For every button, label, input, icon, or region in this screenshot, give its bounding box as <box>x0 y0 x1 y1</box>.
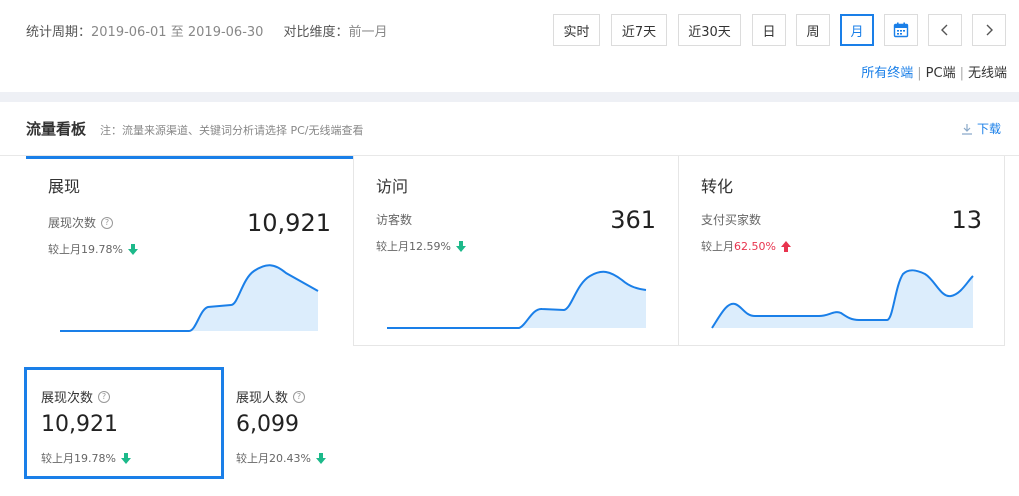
tile-label: 展现人数 ? <box>236 387 306 406</box>
terminal-separator: | <box>959 66 964 81</box>
board-title: 流量看板 <box>26 120 87 138</box>
terminal-switch: 所有终端 | PC端 | 无线端 <box>861 62 1007 81</box>
section-divider <box>0 92 1019 102</box>
card-visit[interactable]: 访问 访客数 361 较上月12.59% <box>353 156 679 346</box>
range-button-month[interactable]: 月 <box>840 14 874 46</box>
chevron-left-icon <box>941 24 948 36</box>
board-header: 流量看板 注：流量来源渠道、关键词分析请选择 PC/无线端查看 下载 <box>0 102 1019 156</box>
arrow-down-icon <box>120 452 131 464</box>
trend-label: 较上月20.43% <box>236 452 311 465</box>
help-icon[interactable]: ? <box>98 390 111 403</box>
sparkline-chart <box>711 269 974 329</box>
arrow-down-icon <box>315 452 326 464</box>
compare-label: 对比维度： <box>283 25 349 40</box>
tile-impression-users[interactable]: 展现人数 ? 6,099 较上月20.43% <box>224 367 424 479</box>
download-label: 下载 <box>976 122 1001 136</box>
range-button-week[interactable]: 周 <box>796 14 830 46</box>
period-to: 至 <box>170 25 184 40</box>
calendar-icon <box>893 22 909 38</box>
terminal-separator: | <box>917 66 922 81</box>
terminal-wireless[interactable]: 无线端 <box>968 66 1007 81</box>
download-button[interactable]: 下载 <box>961 120 1001 137</box>
range-button-realtime[interactable]: 实时 <box>553 14 600 46</box>
tile-label-text: 展现次数 <box>41 391 94 406</box>
chevron-right-icon <box>986 24 993 36</box>
help-icon[interactable]: ? <box>293 390 306 403</box>
board-note: 注：流量来源渠道、关键词分析请选择 PC/无线端查看 <box>100 124 364 137</box>
tile-label-text: 展现人数 <box>236 391 289 406</box>
trend-label: 较上月19.78% <box>41 452 116 465</box>
terminal-all[interactable]: 所有终端 <box>861 66 913 81</box>
tile-label: 展现次数 ? <box>41 387 111 406</box>
tile-trend: 较上月19.78% <box>41 450 131 466</box>
period-info: 统计周期：2019-06-01 至 2019-06-30 对比维度：前一月 <box>26 21 387 40</box>
range-button-day[interactable]: 日 <box>752 14 786 46</box>
tile-value: 6,099 <box>236 412 299 437</box>
sparkline-chart <box>60 264 319 332</box>
next-button[interactable] <box>972 14 1006 46</box>
tile-trend: 较上月20.43% <box>236 450 326 466</box>
range-button-7days[interactable]: 近7天 <box>611 14 667 46</box>
calendar-button[interactable] <box>884 14 918 46</box>
prev-button[interactable] <box>928 14 962 46</box>
compare-value: 前一月 <box>348 25 388 40</box>
range-button-30days[interactable]: 近30天 <box>678 14 741 46</box>
download-icon <box>961 123 972 135</box>
period-start: 2019-06-01 <box>91 25 167 40</box>
filter-bar: 统计周期：2019-06-01 至 2019-06-30 对比维度：前一月 实时 … <box>0 0 1019 92</box>
period-label: 统计周期： <box>26 25 92 40</box>
terminal-pc[interactable]: PC端 <box>926 66 956 81</box>
tile-impression-count[interactable]: 展现次数 ? 10,921 较上月19.78% <box>24 367 224 479</box>
card-conversion[interactable]: 转化 支付买家数 13 较上月62.50% <box>679 156 1005 346</box>
period-end: 2019-06-30 <box>187 25 264 40</box>
sparkline-chart <box>387 270 647 329</box>
card-impression[interactable]: 展现 展现次数 ? 10,921 较上月19.78% <box>26 156 353 346</box>
tile-value: 10,921 <box>41 412 118 437</box>
